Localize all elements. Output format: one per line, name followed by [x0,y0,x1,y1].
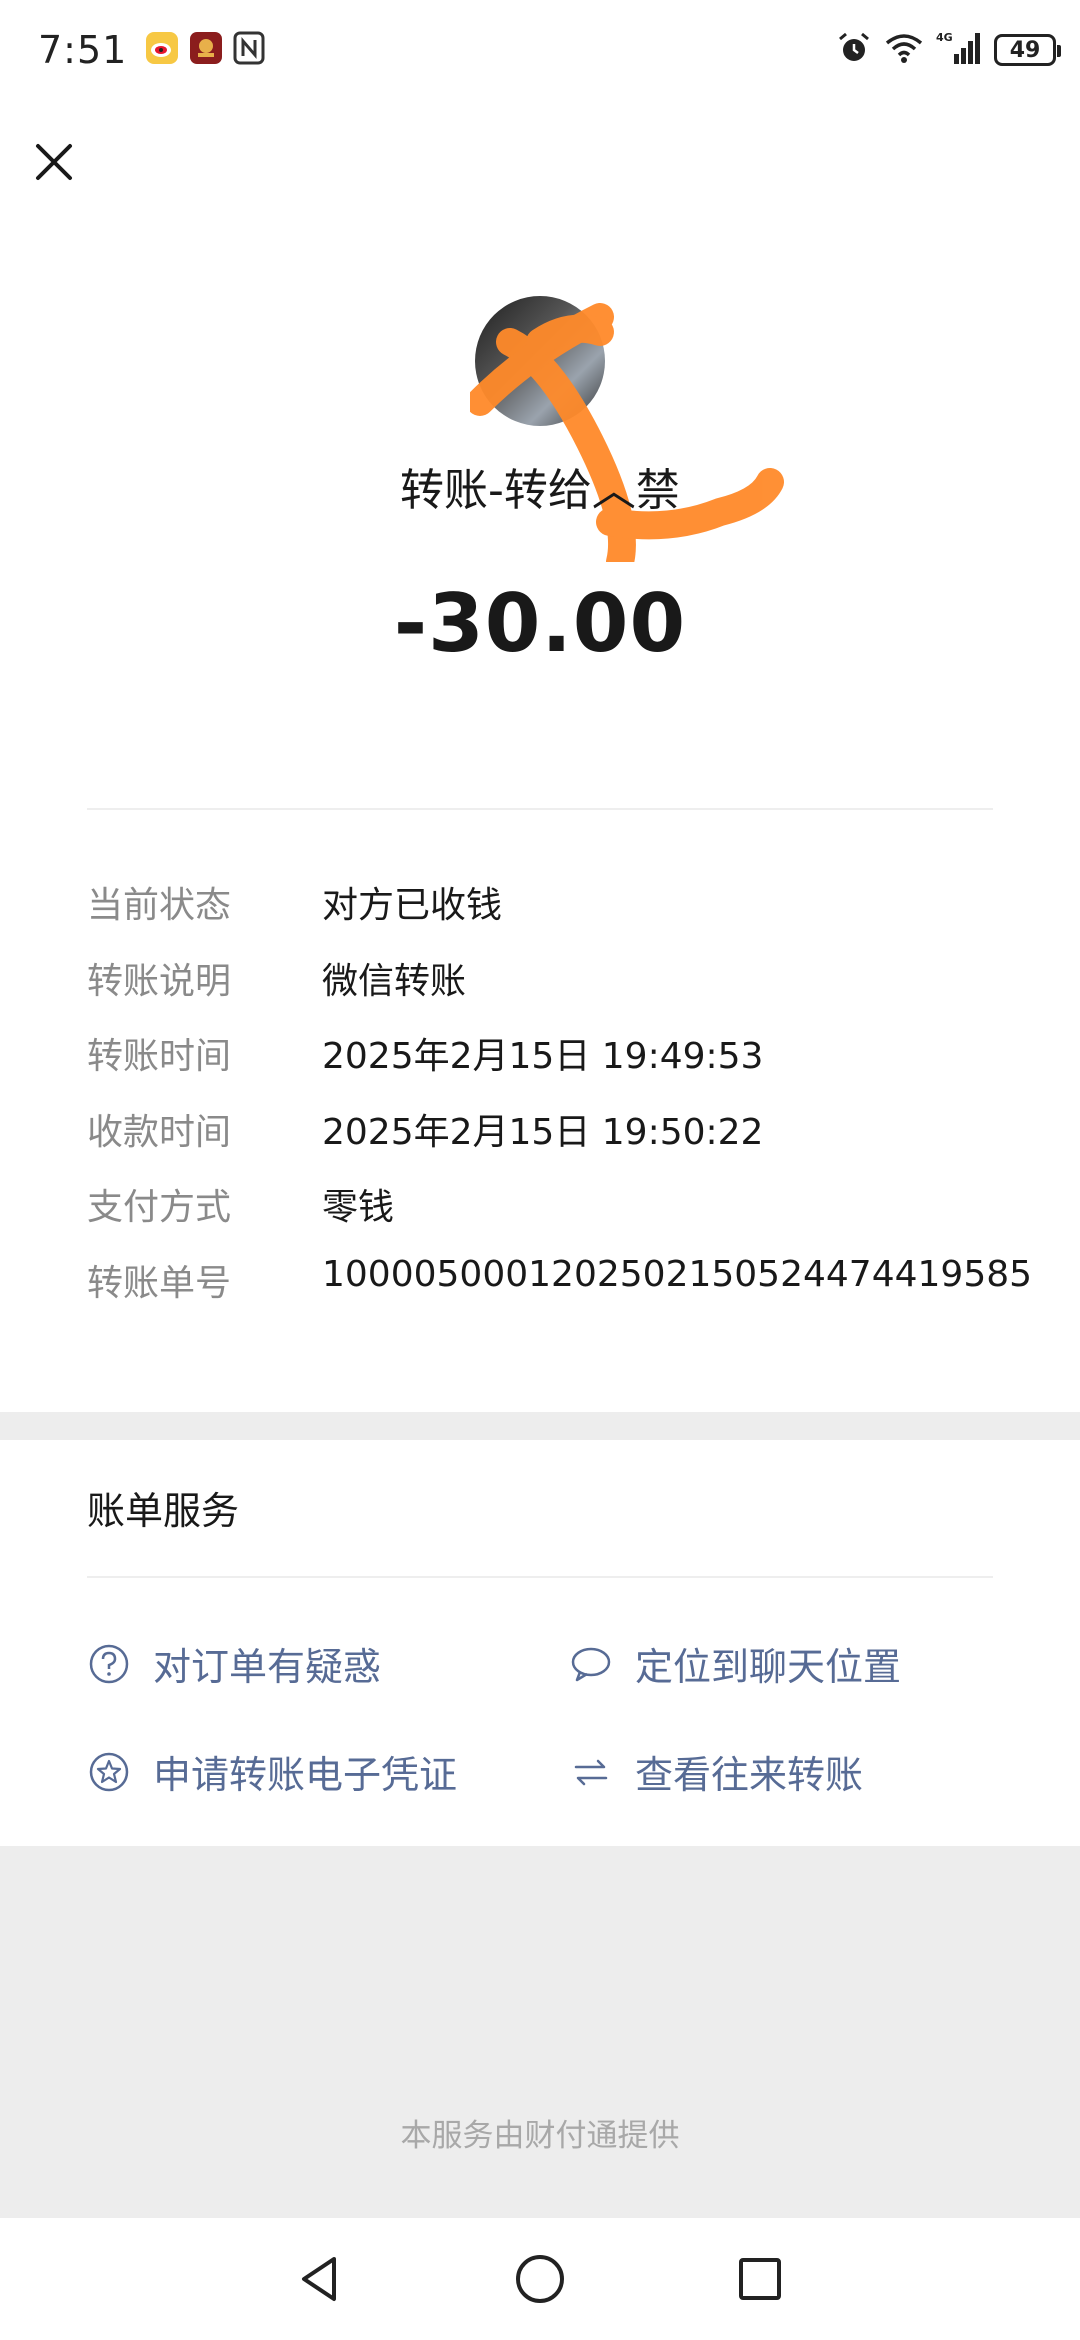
header-bar [0,100,1080,232]
close-icon [36,144,72,180]
footer-credit: 本服务由财付通提供 [400,2118,680,2154]
services-title: 账单服务 [87,1489,240,1533]
nfc-icon [233,31,265,69]
signal-icon: 4G [936,30,982,70]
status-notification-icons [145,31,265,69]
detail-value: 对方已收钱 [322,885,503,926]
service-label: 对订单有疑惑 [153,1645,382,1689]
swap-arrows-icon [569,1750,613,1794]
detail-value: 2025年2月15日 19:50:22 [322,1111,764,1153]
battery-icon: 49 [994,34,1061,66]
avatar [475,296,605,426]
wifi-icon [884,31,924,69]
star-circle-icon [87,1750,131,1794]
nav-back-button[interactable] [285,2244,355,2314]
detail-list: 当前状态 对方已收钱 转账说明 微信转账 转账时间 2025年2月15日 19:… [87,876,1047,1329]
nav-recents-button[interactable] [725,2244,795,2314]
bill-services-card: 账单服务 对订单有疑惑 定位到聊天位置 申请转账电子凭证 查看往来转账 [0,1440,1080,1846]
detail-label: 转账说明 [87,960,232,1002]
detail-label: 转账单号 [87,1262,232,1304]
service-label: 申请转账电子凭证 [153,1753,458,1797]
detail-row-transaction-id: 转账单号 1000050001202502150524474419585 [87,1254,1047,1330]
locate-chat-link[interactable]: 定位到聊天位置 [569,1636,901,1691]
weibo-icon [145,31,179,69]
chat-bubble-icon [569,1642,613,1686]
status-bar: 7:51 4G 49 [0,0,1080,100]
back-triangle-icon [302,2257,336,2301]
close-button[interactable] [28,136,80,188]
detail-row-receive-time: 收款时间 2025年2月15日 19:50:22 [87,1103,1047,1179]
detail-row-description: 转账说明 微信转账 [87,952,1047,1028]
transfer-amount: -30.00 [393,577,687,670]
divider [87,808,993,810]
detail-value: 微信转账 [322,960,467,1002]
navigation-bar [0,2218,1080,2340]
status-time: 7:51 [38,28,128,72]
detail-label: 当前状态 [87,885,232,926]
transfer-title: 转账-转给︿禁 [400,465,680,516]
detail-row-transfer-time: 转账时间 2025年2月15日 19:49:53 [87,1027,1047,1103]
service-label: 查看往来转账 [635,1753,864,1797]
network-type-label: 4G [936,31,953,44]
divider [87,1576,993,1578]
question-circle-icon [87,1642,131,1686]
app-icon [189,31,223,69]
detail-value[interactable]: 1000050001202502150524474419585 [322,1254,1032,1295]
detail-label: 支付方式 [87,1187,232,1228]
detail-row-status: 当前状态 对方已收钱 [87,876,1047,952]
screen: 7:51 4G 49 转账-转给︿禁 -30.00 当前状态 对方已收钱 转账说… [0,0,1080,2340]
detail-label: 转账时间 [87,1036,232,1077]
apply-e-voucher-link[interactable]: 申请转账电子凭证 [87,1744,457,1799]
transfer-detail-card: 转账-转给︿禁 -30.00 当前状态 对方已收钱 转账说明 微信转账 转账时间… [0,232,1080,1412]
recents-square-icon [739,2258,781,2300]
view-transfers-link[interactable]: 查看往来转账 [569,1744,863,1799]
order-question-link[interactable]: 对订单有疑惑 [87,1636,381,1691]
home-circle-icon [516,2255,564,2303]
detail-row-payment-method: 支付方式 零钱 [87,1178,1047,1254]
nav-home-button[interactable] [505,2244,575,2314]
alarm-icon [836,30,872,70]
battery-level: 49 [1009,37,1041,63]
status-system-icons: 4G 49 [836,30,1061,70]
detail-label: 收款时间 [87,1111,232,1153]
detail-value: 2025年2月15日 19:49:53 [322,1036,764,1077]
detail-value: 零钱 [322,1187,395,1228]
service-label: 定位到聊天位置 [635,1645,902,1689]
